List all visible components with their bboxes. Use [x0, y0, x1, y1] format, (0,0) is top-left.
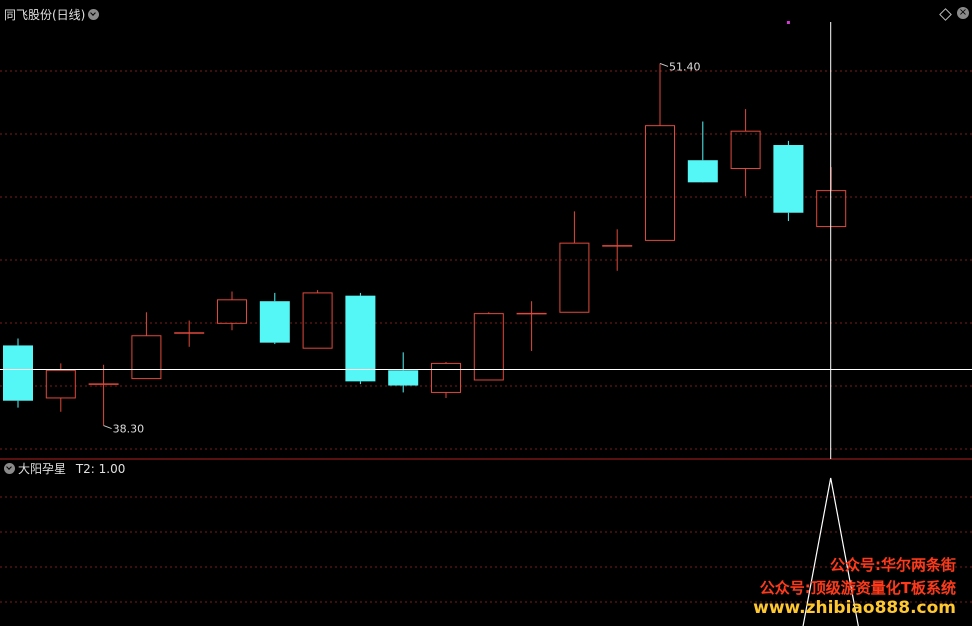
candle-body-down [773, 145, 804, 213]
candlestick-series [3, 63, 847, 426]
close-icon[interactable]: × [957, 7, 969, 19]
crosshair [0, 22, 972, 459]
indicator-panel-header: 大阳孕星 T2: 1.00 [4, 460, 125, 477]
candle-body-down [345, 295, 376, 382]
candle [773, 140, 804, 222]
candle-body-up [730, 130, 761, 170]
candle-body-up [645, 125, 675, 241]
candle-body-up [217, 299, 247, 324]
candle-body-down [687, 160, 718, 183]
candle [388, 352, 419, 393]
panel-menu-chevron-icon[interactable] [88, 9, 100, 20]
watermark-url: www.zhibiao888.com [753, 598, 956, 618]
candle [559, 211, 590, 313]
chart-canvas[interactable]: 51.40 38.30 [0, 0, 972, 626]
grid-lines [0, 70, 972, 603]
candle-body-down [3, 345, 33, 401]
indicator-value: T2: 1.00 [75, 462, 126, 476]
watermark-line-1: 公众号:华尔两条街 [830, 556, 956, 574]
candle [45, 363, 76, 412]
candle-body-up [559, 242, 590, 313]
indicator-menu-chevron-icon[interactable] [4, 463, 15, 474]
candle [217, 291, 247, 331]
candle [131, 312, 162, 380]
candle-body-up [473, 313, 504, 381]
candle [516, 301, 547, 351]
signal-markers [786, 21, 790, 24]
candle-body-up [45, 369, 76, 399]
main-panel-header: 同飞股份(日线) [4, 6, 100, 23]
candle [602, 229, 633, 271]
low-label-pointer [103, 425, 112, 430]
signal-marker [786, 21, 790, 24]
candle-body-up [131, 335, 162, 380]
candle-body-up [431, 362, 461, 393]
candle [730, 109, 761, 197]
candle [687, 121, 718, 183]
candle [431, 362, 461, 398]
candle [88, 364, 119, 426]
candle [174, 320, 205, 347]
watermark-line-2: 公众号:顶级游资量化T板系统 [759, 579, 956, 597]
high-label-pointer [659, 62, 669, 67]
main-panel-title: 同飞股份(日线) [4, 8, 86, 22]
low-price-label: 38.30 [113, 423, 145, 436]
candle [302, 290, 333, 349]
candle [345, 292, 376, 385]
candle [259, 292, 290, 345]
candle [645, 63, 675, 241]
indicator-title: 大阳孕星 [18, 462, 67, 476]
candle [3, 338, 33, 408]
candle-body-up [302, 292, 333, 349]
candle-body-down [259, 301, 290, 343]
candle-body-down [388, 370, 419, 386]
kline-window: 51.40 38.30 同飞股份(日线) × 大阳孕星 T2: 1.00 公众号:… [0, 0, 972, 626]
high-price-label: 51.40 [669, 60, 701, 73]
